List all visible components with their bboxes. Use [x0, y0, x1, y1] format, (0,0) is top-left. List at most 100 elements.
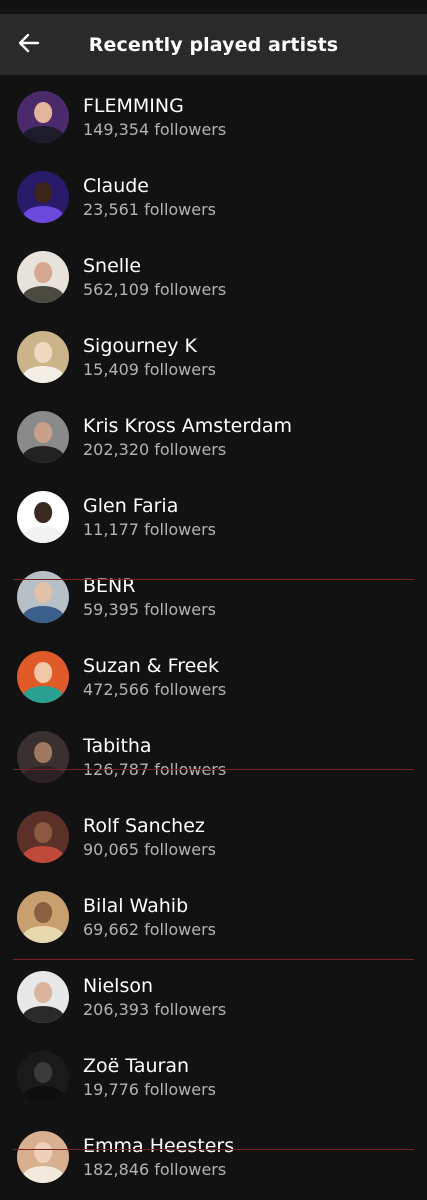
- artist-row[interactable]: Suzan & Freek 472,566 followers: [0, 637, 427, 717]
- artist-name: Sigourney K: [83, 334, 198, 357]
- artist-avatar: [17, 491, 69, 543]
- artist-name: Glen Faria: [83, 494, 179, 517]
- artist-followers: 19,776 followers: [83, 1079, 217, 1099]
- artist-text: Tabitha 126,787 followers: [83, 734, 226, 781]
- artist-row[interactable]: FLEMMING 149,354 followers: [0, 77, 427, 157]
- avatar-body: [22, 206, 64, 223]
- artist-followers: 149,354 followers: [83, 119, 227, 139]
- artist-name: Tabitha: [83, 734, 152, 757]
- artist-row[interactable]: Emma Heesters 182,846 followers: [0, 1117, 427, 1197]
- artist-name: Emma Heesters: [83, 1134, 235, 1157]
- artist-text: Snelle 562,109 followers: [83, 254, 226, 301]
- artist-row[interactable]: Sigourney K 15,409 followers: [0, 317, 427, 397]
- artist-row[interactable]: Snelle 562,109 followers: [0, 237, 427, 317]
- avatar-body: [22, 1006, 64, 1023]
- avatar-body: [22, 126, 64, 143]
- artist-followers: 69,662 followers: [83, 919, 217, 939]
- artist-avatar: [17, 1051, 69, 1103]
- artist-row[interactable]: Kris Kross Amsterdam 202,320 followers: [0, 397, 427, 477]
- artist-name: Snelle: [83, 254, 142, 277]
- avatar-face: [34, 182, 52, 204]
- artist-avatar: [17, 91, 69, 143]
- artist-row[interactable]: Bilal Wahib 69,662 followers: [0, 877, 427, 957]
- artist-text: Glen Faria 11,177 followers: [83, 494, 216, 541]
- artist-name: Claude: [83, 174, 149, 197]
- artist-row[interactable]: Rolf Sanchez 90,065 followers: [0, 797, 427, 877]
- artist-text: FLEMMING 149,354 followers: [83, 94, 226, 141]
- artist-row[interactable]: Tabitha 126,787 followers: [0, 717, 427, 797]
- divider-line: [13, 579, 414, 580]
- avatar-face: [34, 662, 52, 684]
- avatar-face: [34, 342, 52, 364]
- artist-followers: 202,320 followers: [83, 439, 227, 459]
- avatar-body: [22, 286, 64, 303]
- artist-text: Zoë Tauran 19,776 followers: [83, 1054, 216, 1101]
- artist-text: Kris Kross Amsterdam 202,320 followers: [83, 414, 292, 461]
- artist-name: Kris Kross Amsterdam: [83, 414, 293, 437]
- artist-row[interactable]: Claude 23,561 followers: [0, 157, 427, 237]
- avatar-body: [22, 1086, 64, 1103]
- artist-name: Suzan & Freek: [83, 654, 219, 677]
- artist-name: Bilal Wahib: [83, 894, 189, 917]
- artist-text: Claude 23,561 followers: [83, 174, 216, 221]
- avatar-body: [22, 446, 64, 463]
- avatar-body: [22, 606, 64, 623]
- avatar-face: [34, 902, 52, 924]
- avatar-face: [34, 582, 52, 604]
- avatar-face: [34, 262, 52, 284]
- divider-line: [13, 1149, 414, 1150]
- artist-avatar: [17, 171, 69, 223]
- artist-followers: 562,109 followers: [83, 279, 227, 299]
- artist-list: FLEMMING 149,354 followers Claude 23,561 fo…: [0, 75, 427, 1197]
- artist-row[interactable]: Zoë Tauran 19,776 followers: [0, 1037, 427, 1117]
- artist-name: Zoë Tauran: [83, 1054, 190, 1077]
- page-title: Recently played artists: [88, 33, 339, 56]
- avatar-body: [22, 686, 64, 703]
- avatar-face: [34, 502, 52, 524]
- artist-avatar: [17, 891, 69, 943]
- artist-name: Nielson: [83, 974, 154, 997]
- avatar-face: [34, 742, 52, 764]
- artist-row[interactable]: BENR 59,395 followers: [0, 557, 427, 637]
- artist-avatar: [17, 811, 69, 863]
- artist-text: Bilal Wahib 69,662 followers: [83, 894, 216, 941]
- avatar-face: [34, 1142, 52, 1164]
- avatar-face: [34, 1062, 52, 1084]
- artist-avatar: [17, 731, 69, 783]
- avatar-body: [22, 846, 64, 863]
- avatar-body: [22, 926, 64, 943]
- artist-text: BENR 59,395 followers: [83, 574, 216, 621]
- recently-played-artists-screen: Recently played artists FLEMMING 149,354 …: [0, 0, 427, 1200]
- artist-name: Rolf Sanchez: [83, 814, 205, 837]
- artist-followers: 23,561 followers: [83, 199, 217, 219]
- artist-followers: 182,846 followers: [83, 1159, 227, 1179]
- top-bar: Recently played artists: [0, 14, 427, 75]
- artist-row[interactable]: Glen Faria 11,177 followers: [0, 477, 427, 557]
- avatar-face: [34, 982, 52, 1004]
- artist-text: Nielson 206,393 followers: [83, 974, 226, 1021]
- artist-text: Suzan & Freek 472,566 followers: [83, 654, 226, 701]
- artist-row[interactable]: Nielson 206,393 followers: [0, 957, 427, 1037]
- artist-text: Sigourney K 15,409 followers: [83, 334, 216, 381]
- artist-avatar: [17, 411, 69, 463]
- artist-text: Emma Heesters 182,846 followers: [83, 1134, 234, 1181]
- status-bar: [0, 0, 427, 14]
- avatar-face: [34, 822, 52, 844]
- avatar-body: [22, 526, 64, 543]
- divider-line: [13, 769, 414, 770]
- artist-followers: 15,409 followers: [83, 359, 217, 379]
- artist-avatar: [17, 331, 69, 383]
- divider-line: [13, 959, 414, 960]
- avatar-face: [34, 102, 52, 124]
- artist-name: BENR: [83, 574, 136, 597]
- artist-avatar: [17, 1131, 69, 1183]
- artist-text: Rolf Sanchez 90,065 followers: [83, 814, 216, 861]
- artist-avatar: [17, 251, 69, 303]
- artist-followers: 11,177 followers: [83, 519, 217, 539]
- artist-followers: 59,395 followers: [83, 599, 217, 619]
- avatar-body: [22, 366, 64, 383]
- avatar-face: [34, 422, 52, 444]
- artist-name: FLEMMING: [83, 94, 184, 117]
- artist-avatar: [17, 651, 69, 703]
- artist-followers: 206,393 followers: [83, 999, 227, 1019]
